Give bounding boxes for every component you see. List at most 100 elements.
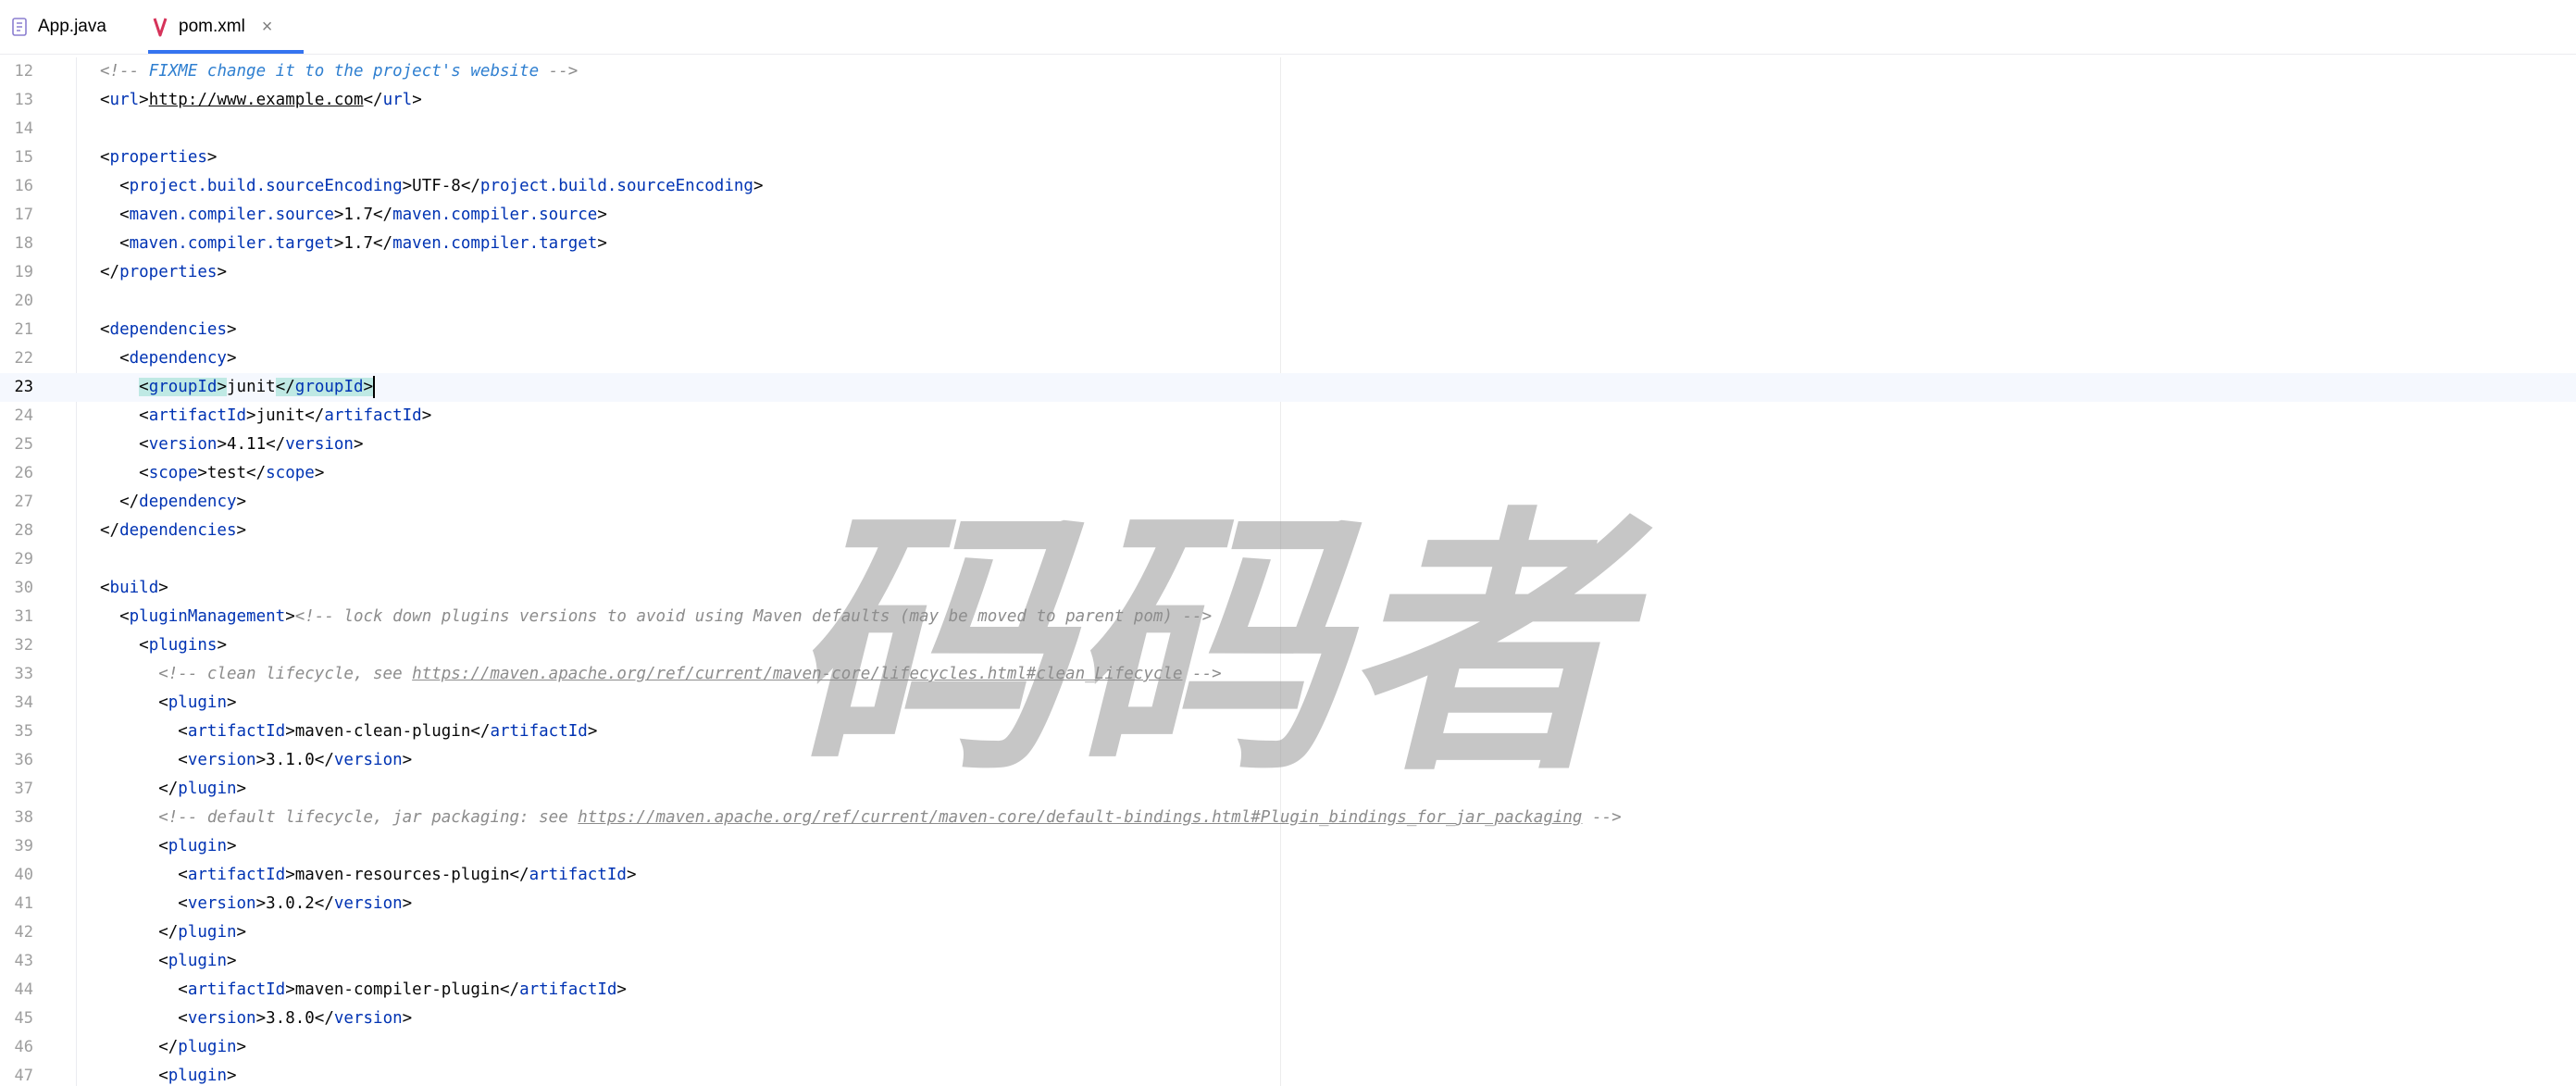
line-code: </plugin> [100, 1038, 247, 1056]
line-code: <version>4.11</version> [100, 435, 364, 454]
line-number: 39 [14, 837, 33, 855]
line-number: 45 [14, 1009, 33, 1028]
code-line[interactable]: 13 <url>http://www.example.com</url> [0, 86, 2576, 115]
code-line[interactable]: 14 [0, 115, 2576, 144]
tab-label: App.java [38, 17, 106, 36]
tab-app-java[interactable]: App.java [7, 0, 137, 54]
line-code: </dependencies> [100, 521, 247, 540]
line-number: 40 [14, 866, 33, 884]
editor-tab-bar: App.java pom.xml × [0, 0, 2576, 55]
code-editor[interactable]: 12 <!-- FIXME change it to the project's … [0, 57, 2576, 1086]
code-line[interactable]: 26 <scope>test</scope> [0, 459, 2576, 488]
line-code: <version>3.1.0</version> [100, 751, 413, 769]
code-line[interactable]: 33 <!-- clean lifecycle, see https://mav… [0, 660, 2576, 689]
code-line[interactable]: 22 <dependency> [0, 344, 2576, 373]
line-code: <project.build.sourceEncoding>UTF-8</pro… [100, 177, 764, 195]
line-number: 21 [14, 320, 33, 339]
line-number: 43 [14, 952, 33, 970]
text-cursor [373, 376, 376, 398]
code-line[interactable]: 34 <plugin> [0, 689, 2576, 718]
code-line[interactable]: 40 <artifactId>maven-resources-plugin</a… [0, 861, 2576, 890]
line-number: 41 [14, 894, 33, 913]
code-line[interactable]: 37 </plugin> [0, 775, 2576, 804]
line-code: <properties> [100, 148, 218, 167]
code-line[interactable]: 36 <version>3.1.0</version> [0, 746, 2576, 775]
code-line[interactable]: 43 <plugin> [0, 947, 2576, 976]
line-code: <version>3.0.2</version> [100, 894, 413, 913]
line-number: 34 [14, 693, 33, 712]
line-number: 27 [14, 493, 33, 511]
line-number: 42 [14, 923, 33, 942]
line-code: </properties> [100, 263, 227, 281]
line-number: 46 [14, 1038, 33, 1056]
code-line[interactable]: 29 [0, 545, 2576, 574]
code-line[interactable]: 30 <build> [0, 574, 2576, 603]
line-number: 44 [14, 980, 33, 999]
code-line[interactable]: 24 <artifactId>junit</artifactId> [0, 402, 2576, 431]
code-line[interactable]: 32 <plugins> [0, 631, 2576, 660]
line-code: </plugin> [100, 780, 247, 798]
line-code: <!-- default lifecycle, jar packaging: s… [158, 808, 1622, 827]
code-line[interactable]: 20 [0, 287, 2576, 316]
line-number: 26 [14, 464, 33, 482]
line-number: 31 [14, 607, 33, 626]
line-code: <!-- FIXME change it to the project's we… [100, 62, 579, 81]
line-code: <artifactId>maven-resources-plugin</arti… [100, 866, 637, 884]
line-number: 37 [14, 780, 33, 798]
code-line[interactable]: 15 <properties> [0, 144, 2576, 172]
line-number: 35 [14, 722, 33, 741]
code-line[interactable]: 28 </dependencies> [0, 517, 2576, 545]
line-number: 36 [14, 751, 33, 769]
line-code: <groupId>junit</groupId> [139, 376, 376, 398]
line-number: 47 [14, 1067, 33, 1085]
line-code: <!-- clean lifecycle, see https://maven.… [158, 665, 1222, 683]
line-number: 29 [14, 550, 33, 568]
line-number: 30 [14, 579, 33, 597]
line-number: 28 [14, 521, 33, 540]
line-number: 32 [14, 636, 33, 655]
code-line[interactable]: 47 <plugin> [0, 1062, 2576, 1086]
line-code: <maven.compiler.target>1.7</maven.compil… [100, 234, 607, 253]
line-code: <artifactId>junit</artifactId> [100, 406, 432, 425]
code-line[interactable]: 38 <!-- default lifecycle, jar packaging… [0, 804, 2576, 832]
line-number: 23 [14, 378, 33, 396]
tab-pom-xml[interactable]: pom.xml × [148, 0, 304, 54]
code-line[interactable]: 41 <version>3.0.2</version> [0, 890, 2576, 918]
code-line[interactable]: 16 <project.build.sourceEncoding>UTF-8</… [0, 172, 2576, 201]
code-line[interactable]: 23 <groupId>junit</groupId> [0, 373, 2576, 402]
line-number: 18 [14, 234, 33, 253]
line-code: </plugin> [100, 923, 247, 942]
java-file-icon [10, 17, 29, 37]
code-line[interactable]: 31 <pluginManagement><!-- lock down plug… [0, 603, 2576, 631]
code-line[interactable]: 45 <version>3.8.0</version> [0, 1005, 2576, 1033]
line-number: 22 [14, 349, 33, 368]
line-code: <plugin> [100, 837, 237, 855]
code-line[interactable]: 39 <plugin> [0, 832, 2576, 861]
line-number: 12 [14, 62, 33, 81]
close-tab-icon[interactable]: × [262, 17, 273, 38]
code-line[interactable]: 17 <maven.compiler.source>1.7</maven.com… [0, 201, 2576, 230]
maven-icon [151, 17, 169, 37]
tab-label: pom.xml [179, 17, 245, 36]
code-line[interactable]: 44 <artifactId>maven-compiler-plugin</ar… [0, 976, 2576, 1005]
line-code: <dependencies> [100, 320, 237, 339]
line-number: 17 [14, 206, 33, 224]
code-line[interactable]: 21 <dependencies> [0, 316, 2576, 344]
line-code: <version>3.8.0</version> [100, 1009, 413, 1028]
line-code: </dependency> [100, 493, 247, 511]
line-code: <plugins> [100, 636, 227, 655]
code-line[interactable]: 19 </properties> [0, 258, 2576, 287]
line-code: <url>http://www.example.com</url> [100, 91, 422, 109]
line-number: 24 [14, 406, 33, 425]
code-line[interactable]: 46 </plugin> [0, 1033, 2576, 1062]
line-code: <dependency> [100, 349, 237, 368]
code-line[interactable]: 12 <!-- FIXME change it to the project's … [0, 57, 2576, 86]
line-code: <artifactId>maven-compiler-plugin</artif… [100, 980, 627, 999]
code-line[interactable]: 18 <maven.compiler.target>1.7</maven.com… [0, 230, 2576, 258]
code-line[interactable]: 35 <artifactId>maven-clean-plugin</artif… [0, 718, 2576, 746]
code-line[interactable]: 25 <version>4.11</version> [0, 431, 2576, 459]
code-line[interactable]: 27 </dependency> [0, 488, 2576, 517]
code-line[interactable]: 42 </plugin> [0, 918, 2576, 947]
line-number: 14 [14, 119, 33, 138]
line-code: <plugin> [100, 1067, 237, 1085]
